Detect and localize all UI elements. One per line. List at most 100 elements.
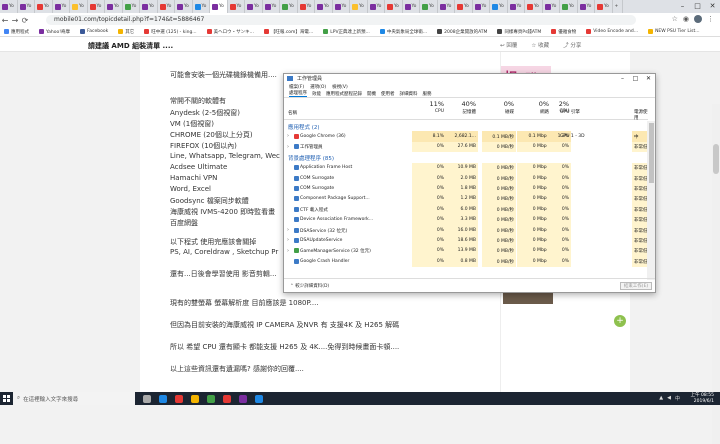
process-group-header[interactable]: 應用程式 (2) (284, 121, 648, 131)
browser-tab[interactable]: Yo (578, 0, 595, 13)
expand-icon[interactable]: › (287, 248, 289, 254)
bookmark-item[interactable]: NEW PSU Tier List... (648, 29, 700, 34)
browser-tab[interactable]: Yo (455, 0, 473, 13)
fewer-details-button[interactable]: ⌃ 較少詳細資料(D) (290, 283, 329, 289)
taskbar-app-icon[interactable] (143, 394, 151, 403)
table-row[interactable]: › 工作管理員 0% 27.6 MB 0 MB/秒 0 Mbps 0% 非常低 (284, 141, 650, 153)
bookmark-item[interactable]: 中央氣象局全球衛... (379, 29, 427, 35)
table-row[interactable]: › DSAUpdateService 0% 18.6 MB 0 MB/秒 0 Mbps 0%… (284, 235, 650, 246)
table-row[interactable]: COM Surrogate 0% 2.0 MB 0 MB/秒 0 Mbps 0% 非常低 (284, 173, 650, 184)
expand-icon[interactable]: › (287, 133, 289, 139)
browser-tab[interactable]: Yo (543, 0, 560, 13)
browser-tab[interactable]: Yo (403, 0, 420, 13)
browser-tab[interactable]: Yo (105, 0, 123, 13)
column-header-cell[interactable]: 記憶體 (446, 109, 477, 115)
browser-tab[interactable]: Yo (350, 0, 368, 13)
tm-minimize-icon[interactable]: – (616, 74, 629, 83)
browser-tab[interactable]: Yo (473, 0, 490, 13)
taskbar-app-icon[interactable] (175, 394, 183, 403)
tm-menu-item[interactable]: 檢視(V) (332, 84, 348, 90)
tm-tab[interactable]: 效能 (312, 91, 321, 97)
column-header-cell[interactable]: CPU (414, 109, 444, 114)
maximize-icon[interactable]: □ (690, 0, 705, 13)
browser-tab[interactable]: Yo (560, 0, 578, 13)
table-row[interactable]: Google Crash Handler 0% 0.8 MB 0 MB/秒 0 Mbps… (284, 256, 650, 267)
browser-tab[interactable]: Yo (158, 0, 175, 13)
bookmark-item[interactable]: 應用程式 (4, 29, 29, 35)
tm-tab[interactable]: 應用程式歷程記錄 (326, 91, 362, 97)
browser-tab[interactable]: Yo (368, 0, 385, 13)
bookmark-item[interactable]: 美ヘロウ・サンキ... (206, 29, 254, 35)
star-icon[interactable]: ☆ (672, 15, 678, 23)
table-row[interactable]: Device Association Framework... 0% 3.3 MB 0… (284, 214, 650, 225)
network-icon[interactable]: ▲ (659, 395, 663, 402)
expand-icon[interactable]: › (287, 227, 289, 233)
tm-tab[interactable]: 使用者 (381, 91, 395, 97)
ime-icon[interactable]: 中 (675, 395, 680, 402)
browser-tab[interactable]: Yo (70, 0, 88, 13)
tm-tab[interactable]: 處理程序 (289, 90, 307, 97)
browser-tab[interactable]: Yo (88, 0, 105, 13)
menu-icon[interactable]: ⋮ (707, 15, 714, 23)
bookmark-item[interactable]: Yahoo!奇摩 (39, 29, 70, 35)
browser-tab[interactable]: Yo (35, 0, 53, 13)
browser-tab[interactable]: Yo (193, 0, 210, 13)
browser-tab[interactable]: Yo (595, 0, 613, 13)
bookmark-item[interactable]: 優雅食物 (551, 29, 576, 35)
browser-tab[interactable]: Yo (490, 0, 508, 13)
table-row[interactable]: Component Package Support... 0% 1.2 MB 0 MB… (284, 193, 650, 205)
extension-icon[interactable]: ◉ (683, 15, 689, 23)
volume-icon[interactable]: ◀ (667, 395, 671, 402)
browser-tab[interactable]: Yo (53, 0, 70, 13)
tm-tab[interactable]: 服務 (423, 91, 432, 97)
back-icon[interactable]: ← (0, 16, 10, 25)
column-header-cell[interactable]: GPU 引擎 (560, 109, 600, 115)
browser-tab[interactable]: Yo (123, 0, 140, 13)
process-group-header[interactable]: 背景處理程序 (85) (284, 152, 648, 162)
column-header-cell[interactable]: 名稱 (288, 110, 348, 116)
collect-button[interactable]: ☆ 收藏 (531, 41, 549, 49)
avatar[interactable] (694, 15, 702, 23)
browser-tab[interactable]: Yo (508, 0, 525, 13)
tm-menu-item[interactable]: 選項(O) (310, 84, 326, 90)
column-header-cell[interactable]: 電源使用 (634, 109, 648, 121)
bookmark-item[interactable]: 旺中選 (125) - king... (144, 29, 197, 35)
bookmark-item[interactable]: 2008企業開放的ATM (437, 29, 487, 35)
forward-icon[interactable]: → (10, 16, 20, 25)
tm-close-icon[interactable]: ✕ (642, 74, 655, 83)
browser-tab[interactable]: Yo (385, 0, 403, 13)
start-button[interactable] (0, 392, 13, 405)
expand-icon[interactable]: › (287, 237, 289, 243)
browser-tab[interactable]: Yo (525, 0, 543, 13)
minimize-icon[interactable]: – (675, 0, 690, 13)
table-row[interactable]: › DSAService (32 位元) 0% 16.0 MB 0 MB/秒 0 Mbps… (284, 225, 650, 236)
bookmark-item[interactable]: LPV正典達上新預... (323, 29, 370, 35)
browser-tab[interactable]: Yo (438, 0, 455, 13)
end-task-button[interactable]: 結束工作(E) (620, 282, 652, 290)
table-row[interactable]: CTF 載入程式 0% 6.0 MB 0 MB/秒 0 Mbps 0% 非常低 (284, 204, 650, 215)
new-tab-button[interactable]: + (613, 0, 623, 13)
process-scrollbar[interactable] (647, 121, 655, 280)
reload-icon[interactable]: ⟳ (20, 16, 30, 25)
table-row[interactable]: › GameManagerService (32 位元) 0% 13.9 MB 0 MB… (284, 245, 650, 257)
taskbar-app-icon[interactable] (207, 394, 215, 403)
address-bar[interactable]: mobile01.com/topicdetail.php?f=174&t=588… (46, 15, 636, 25)
share-button[interactable]: ⤴ 分享 (563, 41, 581, 49)
browser-tab[interactable]: Yo (210, 0, 228, 13)
reply-button[interactable]: ↩ 回覆 (500, 41, 517, 49)
browser-tab[interactable]: Yo (228, 0, 245, 13)
taskbar-app-icon[interactable] (191, 394, 199, 403)
bookmark-item[interactable]: Video Encode and... (586, 29, 638, 34)
browser-tab[interactable]: Yo (298, 0, 315, 13)
tm-menu-item[interactable]: 檔案(F) (289, 84, 304, 90)
taskbar-app-icon[interactable] (223, 394, 231, 403)
table-row[interactable]: COM Surrogate 0% 1.8 MB 0 MB/秒 0 Mbps 0% 非常低 (284, 183, 650, 194)
browser-tab[interactable]: Yo (333, 0, 350, 13)
browser-tab[interactable]: Yo (280, 0, 298, 13)
browser-tab[interactable]: Yo (140, 0, 158, 13)
table-row[interactable]: Application Frame Host 0% 10.9 MB 0 MB/秒 0 M… (284, 162, 650, 173)
browser-tab[interactable]: Yo (245, 0, 263, 13)
tm-tab[interactable]: 詳細資料 (400, 91, 418, 97)
bookmark-item[interactable]: Facebook (80, 29, 108, 34)
clock[interactable]: 上午 08:55 2019/6/1 (691, 393, 714, 404)
